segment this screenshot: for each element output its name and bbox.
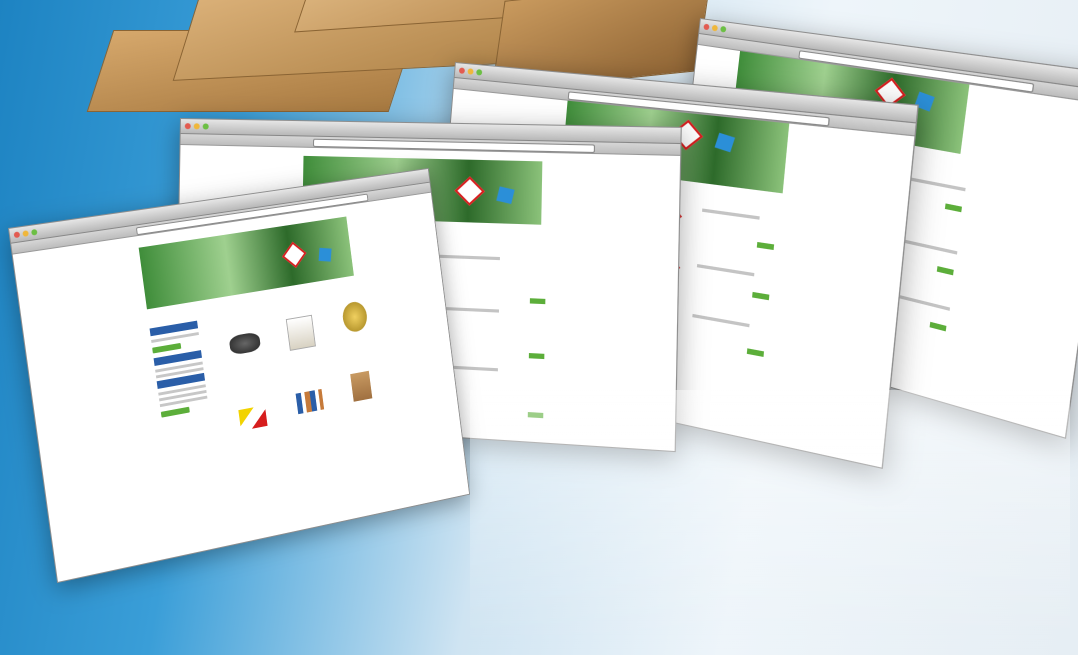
add-button[interactable]: [528, 353, 545, 360]
zoom-icon[interactable]: [31, 228, 38, 236]
page: { "windows": { "w1": {"title": ""}, "w2"…: [0, 0, 1078, 655]
product-thumb[interactable]: [350, 370, 373, 402]
minimize-icon[interactable]: [22, 230, 29, 237]
product-thumb[interactable]: [341, 300, 369, 334]
blue-box-icon: [496, 186, 515, 205]
minimize-icon[interactable]: [467, 68, 474, 75]
product-thumb[interactable]: [285, 314, 316, 351]
add-button[interactable]: [944, 203, 962, 213]
close-icon[interactable]: [703, 23, 710, 31]
add-button[interactable]: [752, 292, 770, 301]
add-button[interactable]: [529, 298, 546, 305]
product-thumb[interactable]: [228, 331, 262, 356]
add-button[interactable]: [757, 241, 775, 250]
close-icon[interactable]: [13, 231, 21, 239]
zoom-icon[interactable]: [720, 25, 727, 33]
add-button[interactable]: [936, 265, 954, 276]
hazard-label-thumb[interactable]: [238, 405, 268, 431]
close-icon[interactable]: [184, 123, 191, 130]
blue-box-icon: [318, 247, 332, 262]
add-button[interactable]: [746, 348, 765, 358]
banner-image: [138, 216, 354, 310]
browser-window-1: [8, 167, 470, 584]
site-banner: [138, 216, 354, 310]
zoom-icon[interactable]: [476, 69, 483, 76]
row-text: [692, 313, 750, 328]
sidebar-button[interactable]: [160, 406, 191, 418]
zoom-icon[interactable]: [202, 123, 209, 130]
page-content: [12, 192, 470, 582]
floor-reflection: [470, 390, 1070, 650]
minimize-icon[interactable]: [711, 24, 719, 32]
add-button[interactable]: [929, 321, 947, 332]
sidebar: [149, 320, 210, 423]
close-icon[interactable]: [458, 67, 466, 74]
sidebar-button[interactable]: [152, 342, 182, 354]
row-text: [701, 208, 760, 220]
minimize-icon[interactable]: [193, 123, 200, 130]
row-text: [696, 264, 755, 277]
product-thumb[interactable]: [295, 388, 324, 415]
